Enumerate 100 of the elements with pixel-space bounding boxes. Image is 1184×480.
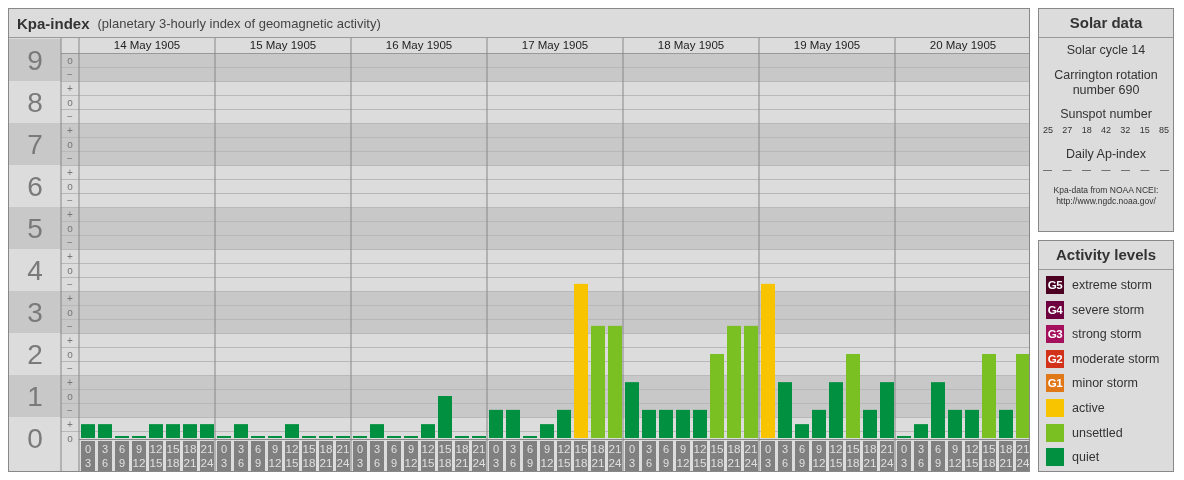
- kp-sublevel-mark: o: [67, 138, 73, 150]
- carrington-rotation-text: Carrington rotation number 690: [1053, 68, 1159, 98]
- kp-level-label: 6: [27, 170, 43, 202]
- interval-label: 15 18: [438, 441, 452, 471]
- interval-label: 12 15: [421, 441, 435, 471]
- interval-label: 18 21: [727, 441, 741, 471]
- interval-label: 15 18: [166, 441, 180, 471]
- level-label: quiet: [1072, 450, 1100, 465]
- interval-label: 21 24: [336, 441, 350, 471]
- level-label: active: [1072, 400, 1105, 415]
- interval-label: 9 12: [948, 441, 962, 471]
- kp-sublevel-mark: −: [67, 362, 73, 374]
- kp-sublevel-mark: +: [67, 82, 73, 94]
- interval-label: 9 12: [404, 441, 418, 471]
- date-label: 19 May 1905: [793, 39, 861, 51]
- interval-label: 15 18: [710, 441, 724, 471]
- interval-label: 12 15: [829, 441, 843, 471]
- storm-level-badge: G3: [1046, 325, 1064, 344]
- interval-label: 6 9: [115, 441, 129, 471]
- source-link[interactable]: http://www.ngdc.noaa.gov/: [1056, 196, 1156, 207]
- date-label: 15 May 1905: [249, 39, 317, 51]
- storm-level-badge: G5: [1046, 276, 1064, 294]
- kp-sublevel-mark: +: [67, 124, 73, 136]
- kp-sublevel-mark: +: [67, 292, 73, 304]
- interval-label: 12 15: [149, 441, 163, 471]
- level-label: unsettled: [1072, 425, 1123, 440]
- panel-title: Activity levels: [1039, 241, 1173, 270]
- kp-level-label: 4: [27, 254, 43, 286]
- interval-label: 18 21: [999, 441, 1013, 471]
- storm-level-badge: G4: [1046, 300, 1064, 319]
- ap-index-value: —: [1140, 165, 1150, 175]
- ap-index-value: —: [1121, 165, 1130, 175]
- interval-label: 6 9: [251, 441, 265, 471]
- kp-sublevel-mark: o: [67, 96, 73, 108]
- interval-label: 0 3: [81, 441, 95, 471]
- kp-sublevel-mark: +: [67, 334, 73, 346]
- interval-label: 21 24: [744, 441, 758, 471]
- sunspot-value: 18: [1081, 125, 1092, 135]
- kp-level-label: 9: [27, 44, 43, 76]
- interval-label: 9 12: [812, 441, 826, 471]
- kp-sublevel-mark: o: [67, 222, 73, 234]
- interval-label: 12 15: [693, 441, 707, 471]
- date-label: 20 May 1905: [929, 39, 997, 51]
- interval-label: 6 9: [523, 441, 537, 471]
- interval-label: 15 18: [302, 441, 316, 471]
- interval-label: 21 24: [880, 441, 894, 471]
- interval-label: 12 15: [285, 441, 299, 471]
- interval-label: 18 21: [183, 441, 197, 471]
- solar-cycle-text: Solar cycle 14: [1065, 43, 1147, 58]
- kp-level-label: 0: [27, 422, 43, 454]
- interval-label: 0 3: [897, 441, 911, 471]
- ap-index-value: —: [1043, 165, 1052, 175]
- interval-label: 0 3: [353, 441, 367, 471]
- panel-title: Solar data: [1039, 9, 1173, 38]
- interval-label: 12 15: [965, 441, 979, 471]
- kp-sublevel-mark: +: [67, 418, 73, 430]
- interval-label: 15 18: [574, 441, 588, 471]
- interval-label: 3 6: [234, 441, 248, 471]
- ap-index-value: —: [1062, 165, 1072, 175]
- interval-label: 0 3: [217, 441, 231, 471]
- interval-label: 0 3: [625, 441, 639, 471]
- level-label: moderate storm: [1072, 351, 1160, 366]
- interval-label: 0 3: [489, 441, 503, 471]
- kp-sublevel-mark: o: [67, 390, 73, 402]
- interval-label: 6 9: [931, 441, 945, 471]
- date-label: 14 May 1905: [113, 39, 181, 51]
- interval-label: 21 24: [1016, 441, 1029, 471]
- level-label: minor storm: [1072, 376, 1138, 391]
- kp-sublevel-mark: −: [67, 320, 73, 332]
- sunspot-value: 85: [1158, 125, 1169, 135]
- kp-sublevel-mark: −: [67, 404, 73, 416]
- interval-label: 3 6: [914, 441, 928, 471]
- level-label: severe storm: [1072, 302, 1145, 317]
- interval-label: 3 6: [98, 441, 112, 471]
- interval-label: 9 12: [132, 441, 146, 471]
- kp-sublevel-mark: −: [67, 194, 73, 206]
- interval-label: 18 21: [863, 441, 877, 471]
- kp-sublevel-mark: o: [67, 348, 73, 360]
- source-text: Kpa-data from NOAA NCEI:: [1053, 185, 1159, 196]
- kp-sublevel-mark: −: [67, 236, 73, 248]
- level-label: strong storm: [1072, 327, 1142, 342]
- kp-sublevel-mark: +: [67, 376, 73, 388]
- sunspot-value: 27: [1062, 125, 1073, 135]
- level-label: extreme storm: [1072, 278, 1152, 292]
- kp-level-label: 2: [27, 338, 43, 370]
- kp-sublevel-mark: o: [67, 264, 73, 276]
- interval-label: 18 21: [319, 441, 333, 471]
- interval-label: 21 24: [200, 441, 214, 471]
- kp-sublevel-mark: −: [67, 152, 73, 164]
- interval-label: 3 6: [370, 441, 384, 471]
- interval-label: 15 18: [846, 441, 860, 471]
- interval-label: 3 6: [506, 441, 520, 471]
- interval-label: 9 12: [676, 441, 690, 471]
- interval-label: 18 21: [455, 441, 469, 471]
- kp-sublevel-mark: −: [67, 68, 73, 80]
- sunspot-value: 32: [1120, 125, 1131, 135]
- kp-sublevel-mark: −: [67, 278, 73, 290]
- ap-index-value: —: [1101, 165, 1111, 175]
- storm-level-badge: G2: [1046, 349, 1064, 368]
- kp-level-label: 7: [27, 128, 43, 160]
